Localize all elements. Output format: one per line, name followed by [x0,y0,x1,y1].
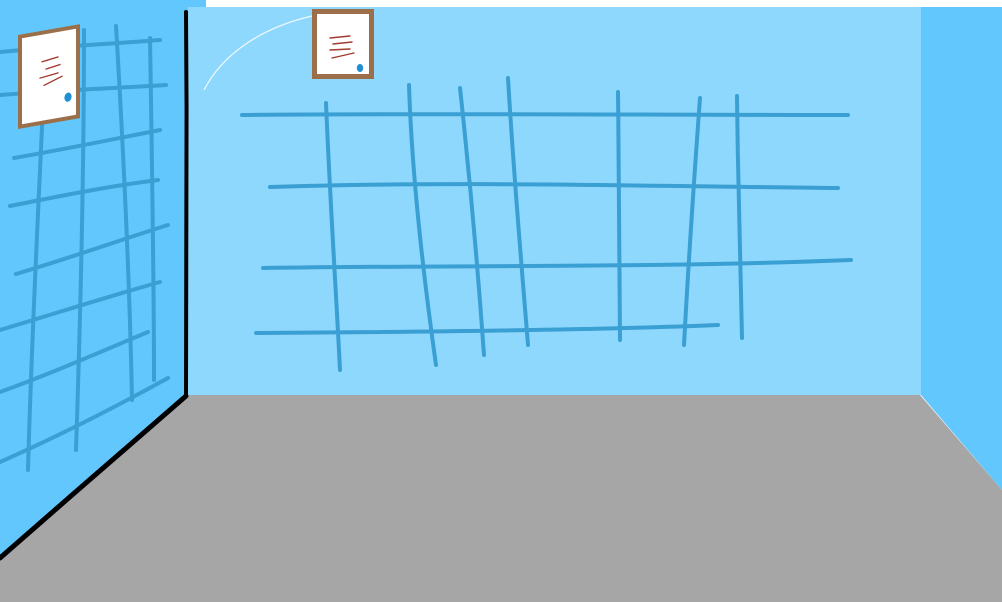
grid-line [616,90,622,342]
corner-edge [184,10,189,396]
grid-line [240,112,850,117]
back-wall [188,7,923,395]
notice-board-back[interactable] [312,9,374,79]
notice-board-left[interactable] [18,24,80,129]
notice-paper [22,28,76,125]
pin-icon [356,64,364,72]
room-scene [0,0,1002,602]
